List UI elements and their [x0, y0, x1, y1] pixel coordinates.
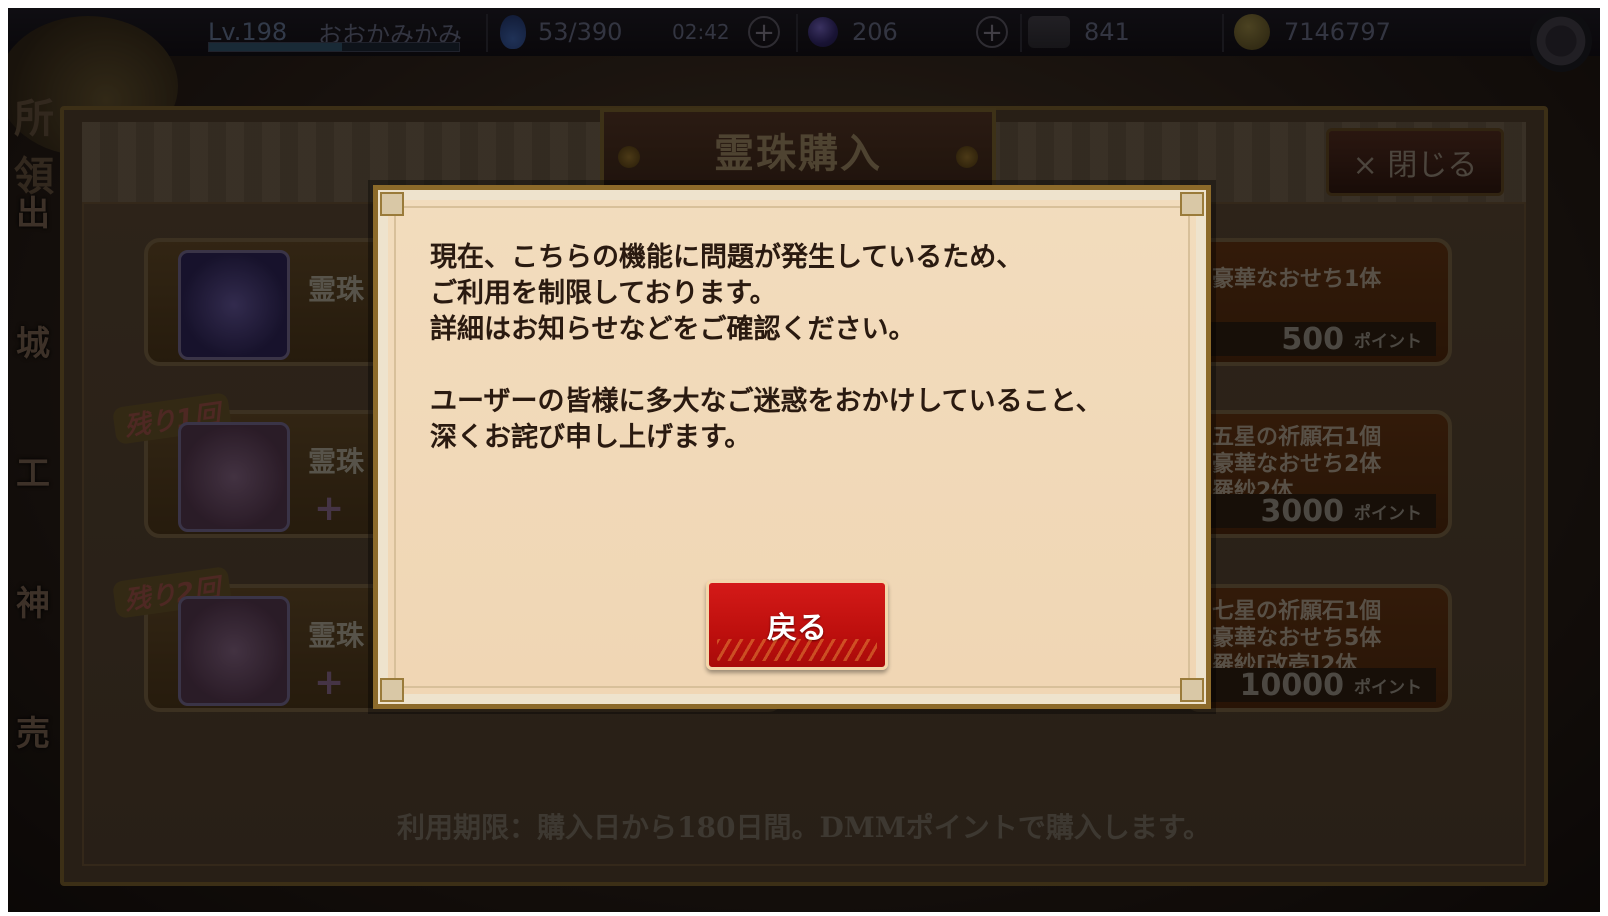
dialog-message: 現在、こちらの機能に問題が発生しているため、 ご利用を制限しております。 詳細は…	[430, 240, 1170, 456]
message-line: 現在、こちらの機能に問題が発生しているため、	[430, 242, 1024, 273]
message-line: ご利用を制限しております。	[430, 278, 777, 309]
game-screen: Lv.198 おおかみかみ 53/390 02:42 + 206 + 841 7…	[8, 8, 1600, 912]
back-button[interactable]: 戻る	[706, 580, 888, 670]
message-line: 深くお詫び申し上げます。	[430, 422, 752, 453]
corner-ornament	[1180, 678, 1204, 702]
message-line: ユーザーの皆様に多大なご迷惑をおかけしていること、	[430, 386, 1103, 417]
corner-ornament	[380, 678, 404, 702]
message-line: 詳細はお知らせなどをご確認ください。	[430, 314, 916, 345]
corner-ornament	[380, 192, 404, 216]
error-dialog: 現在、こちらの機能に問題が発生しているため、 ご利用を制限しております。 詳細は…	[373, 185, 1211, 709]
corner-ornament	[1180, 192, 1204, 216]
